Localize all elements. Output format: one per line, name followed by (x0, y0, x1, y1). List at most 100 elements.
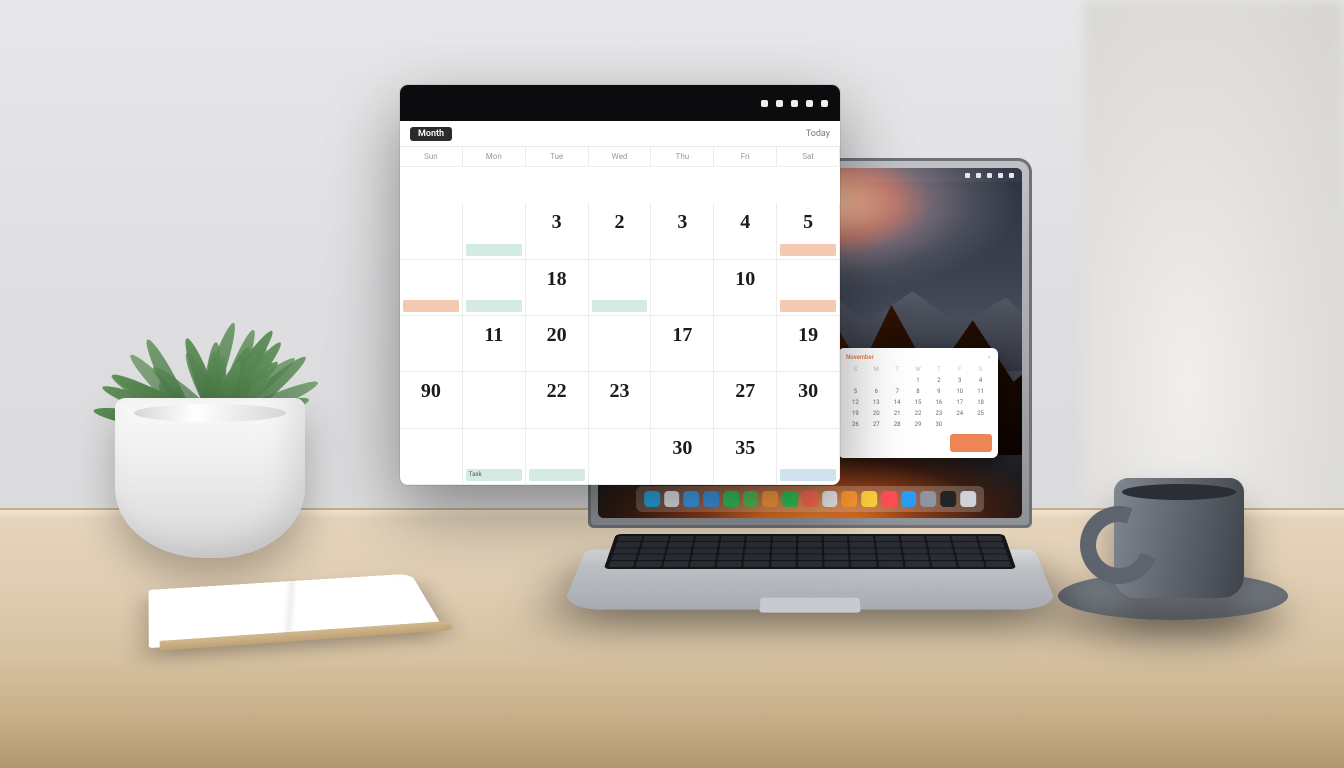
calendar-day-cell[interactable] (526, 429, 589, 485)
popover-day-cell[interactable] (888, 376, 907, 385)
titlebar-icon[interactable] (821, 100, 828, 107)
popover-day-cell[interactable]: 27 (867, 420, 886, 429)
calendar-day-cell[interactable]: 23 (589, 372, 652, 428)
popover-day-cell[interactable]: 5 (846, 387, 865, 396)
dock-app-reminders[interactable] (842, 491, 858, 507)
popover-day-cell[interactable]: 22 (909, 409, 928, 418)
calendar-day-cell[interactable]: 27 (714, 372, 777, 428)
popover-day-cell[interactable]: 13 (867, 398, 886, 407)
dock-app-safari[interactable] (684, 491, 700, 507)
titlebar-icon[interactable] (776, 100, 783, 107)
dock-app-messages[interactable] (723, 491, 739, 507)
calendar-day-cell[interactable] (400, 260, 463, 316)
popover-day-cell[interactable] (846, 376, 865, 385)
calendar-day-cell[interactable] (400, 316, 463, 372)
calendar-event-chip[interactable] (592, 300, 648, 312)
calendar-day-cell[interactable] (400, 429, 463, 485)
calendar-day-cell[interactable] (463, 372, 526, 428)
calendar-day-cell[interactable]: 4 (714, 203, 777, 259)
calendar-event-chip[interactable] (780, 244, 836, 256)
calendar-day-cell[interactable] (463, 260, 526, 316)
dock-app-launchpad[interactable] (664, 491, 680, 507)
popover-day-cell[interactable]: 15 (909, 398, 928, 407)
dock-app-finder[interactable] (644, 491, 660, 507)
calendar-event-chip[interactable] (780, 469, 836, 481)
calendar-event-chip[interactable] (780, 300, 836, 312)
calendar-day-cell[interactable]: 10 (714, 260, 777, 316)
calendar-day-cell[interactable]: 3 (651, 203, 714, 259)
popover-day-cell[interactable]: 8 (909, 387, 928, 396)
calendar-day-cell[interactable]: 35 (714, 429, 777, 485)
calendar-event-chip[interactable]: Task (466, 469, 522, 481)
calendar-day-cell[interactable] (589, 316, 652, 372)
popover-day-cell[interactable]: 25 (971, 409, 990, 418)
dock-app-music[interactable] (881, 491, 897, 507)
calendar-day-cell[interactable]: 2 (589, 203, 652, 259)
popover-day-cell[interactable]: 19 (846, 409, 865, 418)
calendar-day-cell[interactable] (651, 372, 714, 428)
dock-app-facetime[interactable] (782, 491, 798, 507)
today-button[interactable]: Today (806, 129, 830, 139)
calendar-day-cell[interactable]: 5 (777, 203, 840, 259)
calendar-day-cell[interactable]: 90 (400, 372, 463, 428)
popover-day-cell[interactable]: 3 (950, 376, 969, 385)
popover-day-cell[interactable]: 24 (950, 409, 969, 418)
calendar-day-cell[interactable] (400, 203, 463, 259)
popover-day-cell[interactable]: 26 (846, 420, 865, 429)
popover-day-cell[interactable]: 23 (929, 409, 948, 418)
search-icon[interactable] (987, 173, 992, 178)
popover-day-cell[interactable]: 10 (950, 387, 969, 396)
titlebar-icon[interactable] (791, 100, 798, 107)
popover-day-cell[interactable]: 4 (971, 376, 990, 385)
dock-app-calendar[interactable] (802, 491, 818, 507)
dock-app-system-settings[interactable] (921, 491, 937, 507)
popover-day-cell[interactable]: 18 (971, 398, 990, 407)
calendar-event-chip[interactable] (403, 300, 459, 312)
battery-icon[interactable] (976, 173, 981, 178)
popover-day-cell[interactable]: 20 (867, 409, 886, 418)
titlebar-icon[interactable] (761, 100, 768, 107)
popover-day-cell[interactable]: 28 (888, 420, 907, 429)
calendar-window[interactable]: Month Today SunMonTueWedThuFriSat3234518… (400, 85, 840, 485)
calendar-day-cell[interactable] (651, 260, 714, 316)
calendar-titlebar[interactable] (400, 85, 840, 121)
calendar-day-cell[interactable]: 3 (526, 203, 589, 259)
popover-day-cell[interactable]: 12 (846, 398, 865, 407)
popover-open-button[interactable] (950, 434, 992, 452)
dock-app-terminal[interactable] (940, 491, 956, 507)
calendar-day-cell[interactable] (777, 429, 840, 485)
macos-dock[interactable] (636, 486, 984, 512)
popover-day-cell[interactable]: 11 (971, 387, 990, 396)
calendar-popover[interactable]: November › SMTWTFS1234567891011121314151… (838, 348, 998, 458)
popover-day-cell[interactable]: 29 (909, 420, 928, 429)
dock-app-trash[interactable] (960, 491, 976, 507)
calendar-day-cell[interactable]: 17 (651, 316, 714, 372)
titlebar-icon[interactable] (806, 100, 813, 107)
calendar-event-chip[interactable] (466, 244, 522, 256)
control-center-icon[interactable] (998, 173, 1003, 178)
calendar-day-cell[interactable] (589, 429, 652, 485)
calendar-day-cell[interactable]: 11 (463, 316, 526, 372)
popover-day-cell[interactable]: 21 (888, 409, 907, 418)
dock-app-maps[interactable] (743, 491, 759, 507)
calendar-day-cell[interactable]: Task (463, 429, 526, 485)
chevron-right-icon[interactable]: › (988, 354, 990, 361)
calendar-day-cell[interactable]: 19 (777, 316, 840, 372)
dock-app-mail[interactable] (703, 491, 719, 507)
popover-day-cell[interactable]: 16 (929, 398, 948, 407)
popover-day-cell[interactable]: 9 (929, 387, 948, 396)
popover-day-cell[interactable]: 7 (888, 387, 907, 396)
clock-icon[interactable] (1009, 173, 1014, 178)
popover-day-cell[interactable]: 30 (929, 420, 948, 429)
popover-day-cell[interactable]: 14 (888, 398, 907, 407)
popover-day-cell[interactable]: 17 (950, 398, 969, 407)
calendar-event-chip[interactable] (466, 300, 522, 312)
calendar-day-cell[interactable]: 22 (526, 372, 589, 428)
popover-day-cell[interactable]: 6 (867, 387, 886, 396)
calendar-day-cell[interactable] (589, 260, 652, 316)
dock-app-notes[interactable] (861, 491, 877, 507)
popover-day-cell[interactable] (950, 420, 969, 429)
calendar-day-cell[interactable] (777, 260, 840, 316)
popover-day-cell[interactable]: 1 (909, 376, 928, 385)
view-switch-month[interactable]: Month (410, 127, 452, 141)
